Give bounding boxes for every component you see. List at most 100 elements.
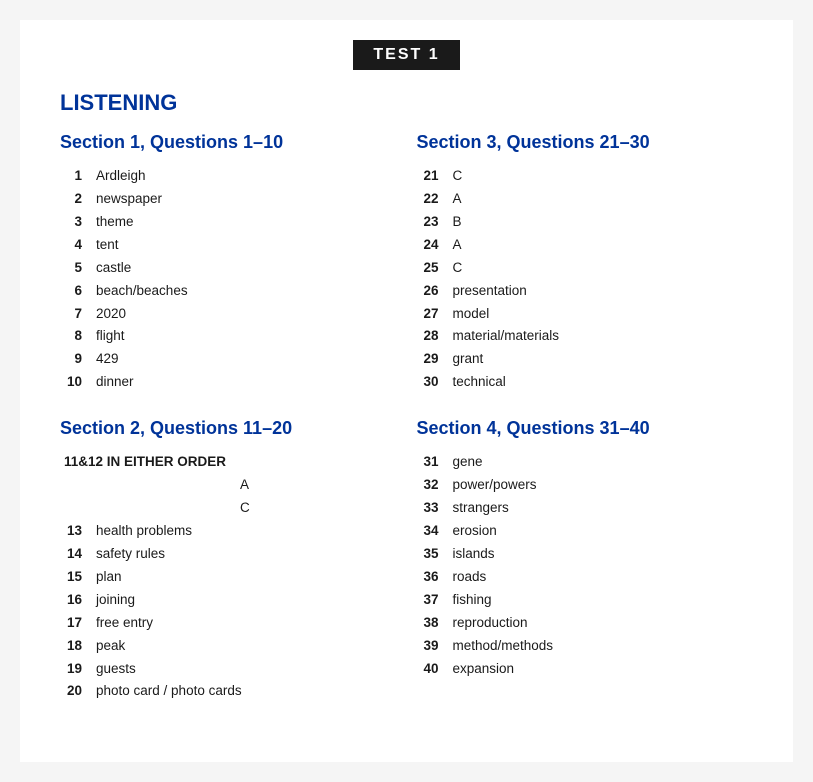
answer-value: free entry: [92, 612, 377, 635]
answer-number: 26: [417, 280, 449, 303]
table-row: 13health problems: [60, 520, 377, 543]
answer-number: 23: [417, 211, 449, 234]
answer-number: 30: [417, 371, 449, 394]
answer-value: joining: [92, 589, 377, 612]
section-3-table: 21C22A23B24A25C26presentation27model28ma…: [417, 165, 754, 394]
table-row: 30technical: [417, 371, 754, 394]
answer-number: 38: [417, 612, 449, 635]
section-1-heading: Section 1, Questions 1–10: [60, 132, 377, 153]
answer-number: 6: [60, 280, 92, 303]
answer-value: A: [449, 188, 754, 211]
section-2-either-table: 11&12 IN EITHER ORDER A C: [60, 451, 377, 520]
section-1-block: Section 1, Questions 1–10 1Ardleigh2news…: [60, 132, 377, 394]
answer-value: health problems: [92, 520, 377, 543]
answer-number: 37: [417, 589, 449, 612]
answer-number: 4: [60, 234, 92, 257]
section-2-block: Section 2, Questions 11–20 11&12 IN EITH…: [60, 418, 377, 703]
answer-number: 21: [417, 165, 449, 188]
table-row: 37fishing: [417, 589, 754, 612]
answer-value: beach/beaches: [92, 280, 377, 303]
either-answer-c: C: [236, 497, 376, 520]
answer-number: 34: [417, 520, 449, 543]
table-row: 18peak: [60, 635, 377, 658]
table-row: 10dinner: [60, 371, 377, 394]
table-row: 33strangers: [417, 497, 754, 520]
answer-number: 1: [60, 165, 92, 188]
section-2-heading: Section 2, Questions 11–20: [60, 418, 377, 439]
section-3-block: Section 3, Questions 21–30 21C22A23B24A2…: [417, 132, 754, 394]
section-2-table: 13health problems14safety rules15plan16j…: [60, 520, 377, 703]
right-column: Section 3, Questions 21–30 21C22A23B24A2…: [407, 132, 754, 727]
answer-number: 19: [60, 658, 92, 681]
answer-value: expansion: [449, 658, 754, 681]
answer-value: islands: [449, 543, 754, 566]
either-answer-a: A: [236, 474, 376, 497]
table-row: 29grant: [417, 348, 754, 371]
answer-value: power/powers: [449, 474, 754, 497]
answer-number: 31: [417, 451, 449, 474]
table-row: 22A: [417, 188, 754, 211]
table-row: 24A: [417, 234, 754, 257]
answer-number: 36: [417, 566, 449, 589]
answer-number: 9: [60, 348, 92, 371]
answer-value: B: [449, 211, 754, 234]
table-row: 39method/methods: [417, 635, 754, 658]
section-3-heading: Section 3, Questions 21–30: [417, 132, 754, 153]
answer-value: erosion: [449, 520, 754, 543]
answer-value: photo card / photo cards: [92, 680, 377, 703]
title-box: TEST 1: [60, 40, 753, 70]
answer-value: guests: [92, 658, 377, 681]
answer-value: safety rules: [92, 543, 377, 566]
section-1-table: 1Ardleigh2newspaper3theme4tent5castle6be…: [60, 165, 377, 394]
answer-value: method/methods: [449, 635, 754, 658]
table-row: 25C: [417, 257, 754, 280]
answer-number: 5: [60, 257, 92, 280]
table-row: 4tent: [60, 234, 377, 257]
table-row: 14safety rules: [60, 543, 377, 566]
table-row: 15plan: [60, 566, 377, 589]
table-row: 19guests: [60, 658, 377, 681]
answer-value: 2020: [92, 303, 377, 326]
answer-value: strangers: [449, 497, 754, 520]
answer-number: 20: [60, 680, 92, 703]
table-row: 21C: [417, 165, 754, 188]
answer-value: gene: [449, 451, 754, 474]
answer-number: 8: [60, 325, 92, 348]
answer-value: roads: [449, 566, 754, 589]
answer-value: dinner: [92, 371, 377, 394]
answer-number: 14: [60, 543, 92, 566]
either-order-row: 11&12 IN EITHER ORDER: [60, 451, 377, 474]
left-column: Section 1, Questions 1–10 1Ardleigh2news…: [60, 132, 407, 727]
answer-number: 22: [417, 188, 449, 211]
answer-number: 40: [417, 658, 449, 681]
listening-heading: LISTENING: [60, 90, 753, 116]
answer-value: technical: [449, 371, 754, 394]
table-row: 26presentation: [417, 280, 754, 303]
answer-value: flight: [92, 325, 377, 348]
section-4-block: Section 4, Questions 31–40 31gene32power…: [417, 418, 754, 680]
answer-number: 18: [60, 635, 92, 658]
columns: Section 1, Questions 1–10 1Ardleigh2news…: [60, 132, 753, 727]
answer-number: 13: [60, 520, 92, 543]
answer-number: 39: [417, 635, 449, 658]
answer-value: newspaper: [92, 188, 377, 211]
either-a-row: A: [60, 474, 377, 497]
answer-value: material/materials: [449, 325, 754, 348]
answer-value: castle: [92, 257, 377, 280]
answer-number: 32: [417, 474, 449, 497]
table-row: 36roads: [417, 566, 754, 589]
either-c-row: C: [60, 497, 377, 520]
table-row: 6beach/beaches: [60, 280, 377, 303]
answer-number: 25: [417, 257, 449, 280]
table-row: 35islands: [417, 543, 754, 566]
table-row: 27model: [417, 303, 754, 326]
section-4-heading: Section 4, Questions 31–40: [417, 418, 754, 439]
answer-number: 27: [417, 303, 449, 326]
answer-value: grant: [449, 348, 754, 371]
answer-value: tent: [92, 234, 377, 257]
page: TEST 1 LISTENING Section 1, Questions 1–…: [20, 20, 793, 762]
table-row: 16joining: [60, 589, 377, 612]
answer-value: C: [449, 257, 754, 280]
table-row: 40expansion: [417, 658, 754, 681]
answer-value: reproduction: [449, 612, 754, 635]
